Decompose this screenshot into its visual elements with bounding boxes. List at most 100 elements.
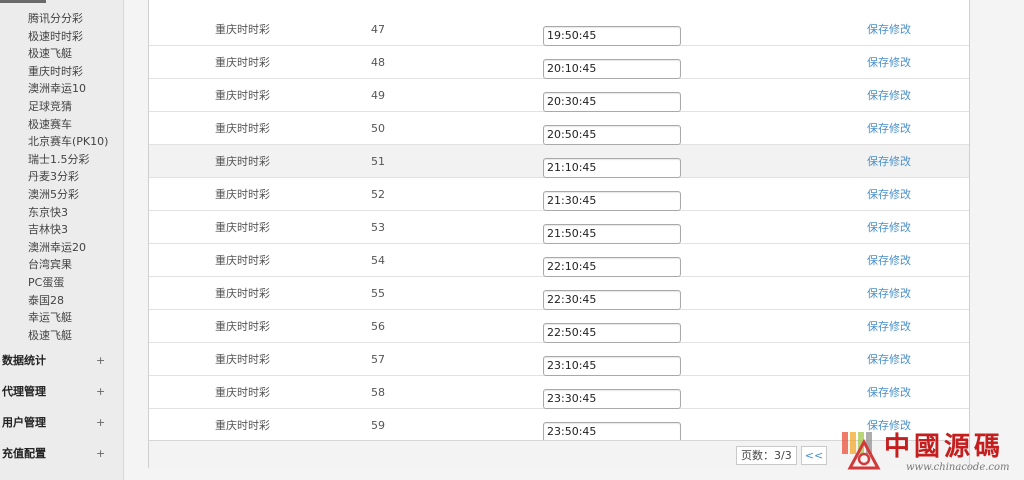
draw-time-input[interactable] — [543, 190, 681, 211]
lottery-type-list: 腾讯分分彩 极速时时彩 极速飞艇 重庆时时彩 澳洲幸运10 足球竞猜 极速赛车 北京赛车(PK… — [28, 10, 108, 344]
expand-plus-icon[interactable]: + — [96, 444, 105, 464]
table-row: 重庆时时彩 55 保存修改 — [149, 277, 969, 310]
period-number-cell: 57 — [371, 353, 385, 366]
save-changes-link[interactable]: 保存修改 — [867, 79, 911, 112]
prev-page-button[interactable]: << — [801, 446, 827, 465]
save-changes-link[interactable]: 保存修改 — [867, 145, 911, 178]
sidebar-lottery-item[interactable]: 极速飞艇 — [28, 45, 108, 63]
lottery-type-cell: 重庆时时彩 — [215, 320, 270, 333]
sidebar-lottery-item[interactable]: 极速赛车 — [28, 116, 108, 134]
lottery-type-cell: 重庆时时彩 — [215, 386, 270, 399]
table-row: 重庆时时彩 54 保存修改 — [149, 244, 969, 277]
expand-plus-icon[interactable]: + — [96, 351, 105, 371]
save-changes-link[interactable]: 保存修改 — [867, 178, 911, 211]
draw-time-cell — [543, 382, 681, 409]
table-row: 重庆时时彩 58 保存修改 — [149, 376, 969, 409]
sidebar-lottery-item[interactable]: 澳洲幸运20 — [28, 239, 108, 257]
save-changes-link[interactable]: 保存修改 — [867, 310, 911, 343]
draw-time-input[interactable] — [543, 289, 681, 310]
sidebar-lottery-item[interactable]: 丹麦3分彩 — [28, 168, 108, 186]
sidebar-section[interactable]: 数据统计 + — [0, 351, 124, 371]
draw-time-input[interactable] — [543, 421, 681, 442]
sidebar-section[interactable]: 充值配置 + — [0, 444, 124, 464]
draw-time-input[interactable] — [543, 91, 681, 112]
expand-plus-icon[interactable]: + — [96, 382, 105, 402]
draw-time-cell — [543, 283, 681, 310]
sidebar-lottery-item[interactable]: 重庆时时彩 — [28, 63, 108, 81]
lottery-type-cell: 重庆时时彩 — [215, 353, 270, 366]
save-changes-link[interactable]: 保存修改 — [867, 46, 911, 79]
sidebar-lottery-item[interactable]: 足球竞猜 — [28, 98, 108, 116]
page-info: 页数：3/3 — [736, 446, 797, 465]
sidebar-lottery-item[interactable]: 吉林快3 — [28, 221, 108, 239]
sidebar-lottery-item[interactable]: 东京快3 — [28, 204, 108, 222]
table-row: 重庆时时彩 53 保存修改 — [149, 211, 969, 244]
period-number-cell: 58 — [371, 386, 385, 399]
draw-time-cell — [543, 316, 681, 343]
lottery-type-cell: 重庆时时彩 — [215, 122, 270, 135]
sidebar: 腾讯分分彩 极速时时彩 极速飞艇 重庆时时彩 澳洲幸运10 足球竞猜 极速赛车 北京赛车(PK… — [0, 0, 124, 480]
draw-time-cell — [543, 85, 681, 112]
lottery-type-cell: 重庆时时彩 — [215, 155, 270, 168]
draw-time-input[interactable] — [543, 322, 681, 343]
sidebar-lottery-item[interactable]: 北京赛车(PK10) — [28, 133, 108, 151]
sidebar-lottery-item[interactable]: 幸运飞艇 — [28, 309, 108, 327]
draw-time-cell — [543, 250, 681, 277]
save-changes-link[interactable]: 保存修改 — [867, 13, 911, 46]
save-changes-link[interactable]: 保存修改 — [867, 343, 911, 376]
sidebar-section[interactable]: 用户管理 + — [0, 413, 124, 433]
lottery-type-cell: 重庆时时彩 — [215, 221, 270, 234]
lottery-type-cell: 重庆时时彩 — [215, 89, 270, 102]
table-row: 重庆时时彩 50 保存修改 — [149, 112, 969, 145]
expand-plus-icon[interactable]: + — [96, 413, 105, 433]
sidebar-section-label: 代理管理 — [2, 385, 46, 398]
draw-time-input[interactable] — [543, 256, 681, 277]
table-row: 重庆时时彩 52 保存修改 — [149, 178, 969, 211]
draw-time-cell — [543, 19, 681, 46]
save-changes-link[interactable]: 保存修改 — [867, 244, 911, 277]
table-row: 重庆时时彩 49 保存修改 — [149, 79, 969, 112]
period-number-cell: 47 — [371, 23, 385, 36]
sidebar-lottery-item[interactable]: 腾讯分分彩 — [28, 10, 108, 28]
period-number-cell: 51 — [371, 155, 385, 168]
lottery-type-cell: 重庆时时彩 — [215, 23, 270, 36]
period-number-cell: 56 — [371, 320, 385, 333]
sidebar-section-label: 充值配置 — [2, 447, 46, 460]
sidebar-lottery-item[interactable]: 泰国28 — [28, 292, 108, 310]
draw-time-cell — [543, 118, 681, 145]
sidebar-lottery-item[interactable]: 极速飞艇 — [28, 327, 108, 345]
lottery-type-cell: 重庆时时彩 — [215, 188, 270, 201]
sidebar-lottery-item[interactable]: 极速时时彩 — [28, 28, 108, 46]
draw-time-input[interactable] — [543, 58, 681, 79]
sidebar-lottery-item[interactable]: PC蛋蛋 — [28, 274, 108, 292]
watermark-logo-icon — [847, 438, 881, 470]
sidebar-section-label: 数据统计 — [2, 354, 46, 367]
draw-time-input[interactable] — [543, 355, 681, 376]
save-changes-link[interactable]: 保存修改 — [867, 112, 911, 145]
save-changes-link[interactable]: 保存修改 — [867, 376, 911, 409]
save-changes-link[interactable]: 保存修改 — [867, 211, 911, 244]
period-number-cell: 48 — [371, 56, 385, 69]
period-number-cell: 59 — [371, 419, 385, 432]
lottery-type-cell: 重庆时时彩 — [215, 56, 270, 69]
draw-time-input[interactable] — [543, 388, 681, 409]
sidebar-lottery-item[interactable]: 澳洲5分彩 — [28, 186, 108, 204]
period-number-cell: 49 — [371, 89, 385, 102]
sidebar-lottery-item[interactable]: 台湾宾果 — [28, 256, 108, 274]
table-row: 重庆时时彩 48 保存修改 — [149, 46, 969, 79]
period-number-cell: 54 — [371, 254, 385, 267]
table-row: 重庆时时彩 51 保存修改 — [149, 145, 969, 178]
period-number-cell: 53 — [371, 221, 385, 234]
draw-time-input[interactable] — [543, 157, 681, 178]
draw-time-input[interactable] — [543, 25, 681, 46]
draw-time-cell — [543, 151, 681, 178]
sidebar-section[interactable]: 代理管理 + — [0, 382, 124, 402]
watermark-url: www.chinacode.com — [906, 462, 1010, 473]
save-changes-link[interactable]: 保存修改 — [867, 277, 911, 310]
sidebar-lottery-item[interactable]: 澳洲幸运10 — [28, 80, 108, 98]
draw-time-input[interactable] — [543, 223, 681, 244]
sidebar-header-remnant — [0, 0, 46, 3]
site-watermark: 中國源碼 www.chinacode.com — [836, 424, 1024, 480]
draw-time-input[interactable] — [543, 124, 681, 145]
sidebar-lottery-item[interactable]: 瑞士1.5分彩 — [28, 151, 108, 169]
